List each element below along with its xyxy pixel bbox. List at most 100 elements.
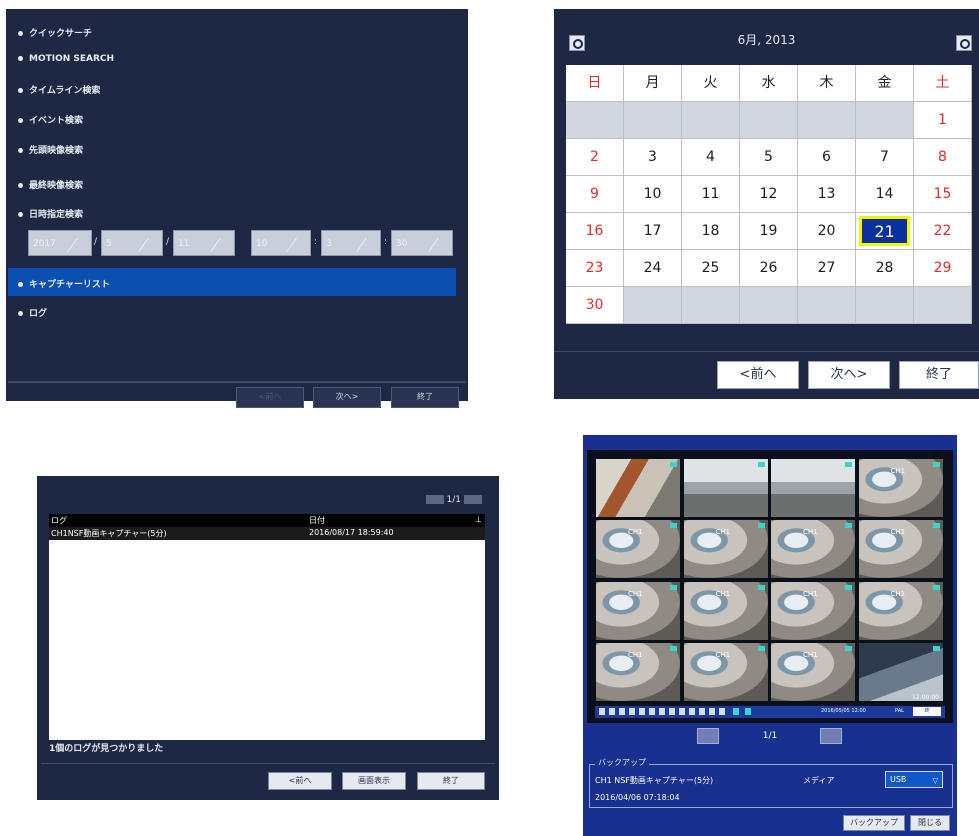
- camera-thumbnail[interactable]: [857, 641, 944, 702]
- menu-icon[interactable]: [689, 708, 695, 715]
- close-button[interactable]: 閉じる: [910, 815, 950, 831]
- column-header-date[interactable]: 日付: [309, 515, 325, 526]
- calendar-day[interactable]: 27: [798, 250, 856, 287]
- camera-thumbnail[interactable]: CH1: [682, 641, 769, 702]
- next-page-button[interactable]: [820, 728, 842, 744]
- camera-thumbnail[interactable]: [682, 458, 769, 518]
- gear-icon: [960, 39, 970, 49]
- calendar-day[interactable]: 3: [624, 139, 682, 176]
- sort-icon[interactable]: ⊥: [475, 515, 482, 524]
- prev-page-button[interactable]: [425, 495, 444, 504]
- camera-thumbnail[interactable]: CH1: [770, 580, 856, 641]
- camera-thumbnail[interactable]: [595, 458, 681, 518]
- year-field[interactable]: 2017: [28, 230, 92, 256]
- menu-item-motion-search[interactable]: MOTION SEARCH: [18, 54, 114, 64]
- calendar-day[interactable]: 11: [682, 176, 740, 213]
- calendar-day[interactable]: 19: [740, 213, 798, 250]
- calendar-day[interactable]: 17: [624, 213, 682, 250]
- calendar-day[interactable]: 22: [914, 213, 972, 250]
- calendar-day[interactable]: 10: [624, 176, 682, 213]
- calendar-day[interactable]: 15: [914, 176, 972, 213]
- layout-icon[interactable]: [699, 708, 705, 715]
- media-select[interactable]: USB ▽: [885, 771, 943, 788]
- calendar-day[interactable]: 7: [856, 139, 914, 176]
- next-button[interactable]: 次へ>: [313, 387, 381, 408]
- menu-item-datetime-search[interactable]: 日時指定検索: [18, 207, 83, 220]
- toolbar-exit-button[interactable]: 終: [913, 707, 941, 716]
- camera-thumbnail[interactable]: CH1: [857, 458, 944, 518]
- calendar-day[interactable]: 2: [566, 139, 624, 176]
- day-field[interactable]: 11: [173, 230, 235, 256]
- camera-thumbnail[interactable]: CH1: [770, 519, 856, 580]
- second-field[interactable]: 30: [391, 230, 453, 256]
- month-field[interactable]: 5: [101, 230, 163, 256]
- camera-thumbnail[interactable]: CH1: [595, 641, 681, 702]
- calendar-day[interactable]: 25: [682, 250, 740, 287]
- calendar-day[interactable]: 23: [566, 250, 624, 287]
- menu-item-capture-list[interactable]: キャプチャーリスト: [18, 277, 110, 290]
- menu-item-last-image-search[interactable]: 最終映像検索: [18, 178, 83, 191]
- camera-status-icon: [757, 645, 765, 651]
- list-icon[interactable]: [719, 708, 725, 715]
- camera-thumbnail[interactable]: CH1: [595, 580, 681, 641]
- hour-field[interactable]: 10: [251, 230, 311, 256]
- calendar-day[interactable]: 16: [566, 213, 624, 250]
- audio-icon[interactable]: [629, 708, 635, 715]
- menu-item-log[interactable]: ログ: [18, 306, 47, 319]
- camera-icon[interactable]: [599, 708, 605, 715]
- zoom-icon[interactable]: [639, 708, 645, 715]
- menu-item-event-search[interactable]: イベント検索: [18, 113, 83, 126]
- calendar-day[interactable]: 9: [566, 176, 624, 213]
- calendar-day[interactable]: 6: [798, 139, 856, 176]
- camera-timestamp: 12:00:00: [912, 694, 939, 701]
- table-row[interactable]: CH1NSF動画キャプチャー(5分) 2016/08/17 18:59:40: [49, 527, 485, 540]
- column-header-log[interactable]: ログ: [51, 515, 67, 526]
- calendar-day[interactable]: 28: [856, 250, 914, 287]
- camera-thumbnail[interactable]: CH1: [595, 519, 681, 580]
- calendar-day[interactable]: 1: [914, 102, 972, 139]
- exit-button[interactable]: 終了: [899, 361, 979, 389]
- calendar-day[interactable]: 30: [566, 287, 624, 324]
- record-icon[interactable]: [679, 708, 685, 715]
- calendar-day[interactable]: 29: [914, 250, 972, 287]
- calendar-day[interactable]: 18: [682, 213, 740, 250]
- prev-button[interactable]: <前へ: [268, 772, 332, 790]
- next-page-button[interactable]: [464, 495, 482, 504]
- calendar-day[interactable]: 26: [740, 250, 798, 287]
- calendar-day[interactable]: 4: [682, 139, 740, 176]
- camera-thumbnail[interactable]: CH1: [682, 519, 769, 580]
- calendar-day[interactable]: 12: [740, 176, 798, 213]
- backup-date: 2016/04/06 07:18:04: [595, 793, 680, 802]
- camera-thumbnail[interactable]: CH1: [682, 580, 769, 641]
- freeze-icon[interactable]: [649, 708, 655, 715]
- minute-field[interactable]: 3: [321, 230, 381, 256]
- display-button[interactable]: 画面表示: [342, 772, 406, 790]
- sequence-icon[interactable]: [619, 708, 625, 715]
- calendar-day[interactable]: 20: [798, 213, 856, 250]
- prev-button[interactable]: <前へ: [717, 361, 799, 389]
- next-button[interactable]: 次へ>: [808, 361, 890, 389]
- search-icon[interactable]: [669, 708, 675, 715]
- calendar-day[interactable]: 14: [856, 176, 914, 213]
- calendar-day[interactable]: 24: [624, 250, 682, 287]
- menu-item-quick-search[interactable]: クイックサーチ: [18, 26, 92, 39]
- split-icon[interactable]: [609, 708, 615, 715]
- calendar-day[interactable]: 8: [914, 139, 972, 176]
- camera-thumbnail[interactable]: CH1: [857, 519, 944, 580]
- exit-button[interactable]: 終了: [391, 387, 459, 408]
- calendar-day[interactable]: 13: [798, 176, 856, 213]
- backup-button[interactable]: バックアップ: [843, 815, 905, 831]
- next-month-button[interactable]: [956, 35, 972, 51]
- ptz-icon[interactable]: [659, 708, 665, 715]
- camera-thumbnail[interactable]: CH1: [770, 641, 856, 702]
- menu-item-first-image-search[interactable]: 先頭映像検索: [18, 143, 83, 156]
- grid-icon[interactable]: [709, 708, 715, 715]
- menu-item-timeline-search[interactable]: タイムライン検索: [18, 83, 100, 96]
- prev-button[interactable]: <前へ: [236, 387, 304, 408]
- camera-thumbnail[interactable]: CH1: [857, 580, 944, 641]
- calendar-empty-cell: [740, 287, 798, 324]
- exit-button[interactable]: 終了: [417, 772, 485, 790]
- camera-thumbnail[interactable]: [770, 458, 856, 518]
- calendar-day[interactable]: 21: [856, 213, 914, 250]
- calendar-day[interactable]: 5: [740, 139, 798, 176]
